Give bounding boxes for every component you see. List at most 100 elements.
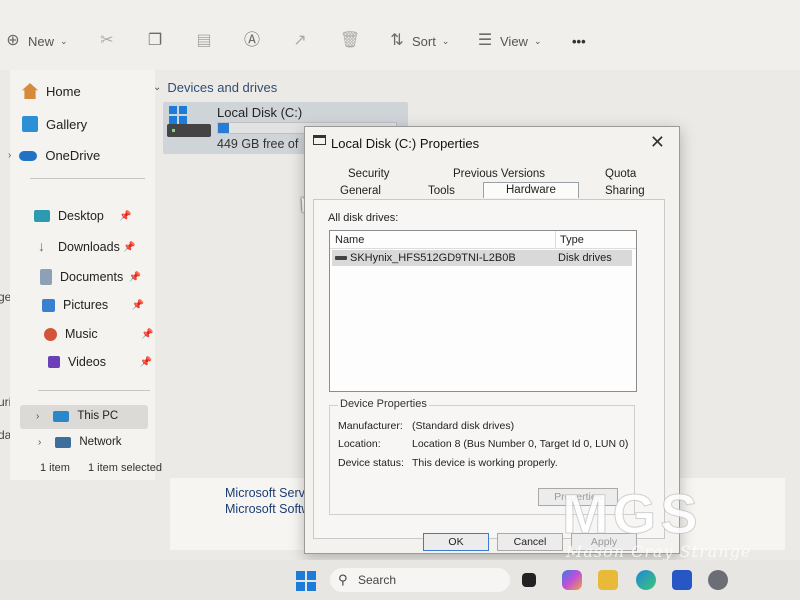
close-icon[interactable]: ✕ xyxy=(650,132,665,153)
group-title: Device Properties xyxy=(338,398,429,410)
tab-tools[interactable]: Tools xyxy=(428,185,455,197)
settings-gear-icon[interactable] xyxy=(708,570,728,590)
rename-button[interactable]: Ⓐ xyxy=(243,32,261,50)
cancel-button[interactable]: Cancel xyxy=(497,533,563,551)
share-button[interactable]: ↗ xyxy=(291,32,309,50)
sidebar-item-documents[interactable]: Documents 📌 xyxy=(40,269,141,285)
plus-circle-icon: ⊕ xyxy=(6,32,20,49)
search-label: Search xyxy=(358,573,397,587)
sidebar-item-home[interactable]: Home xyxy=(22,83,81,99)
delete-button[interactable]: 🗑 xyxy=(340,32,360,50)
taskbar-search[interactable]: ⚲ Search xyxy=(330,568,510,592)
pictures-icon xyxy=(42,298,55,312)
property-label: Location: xyxy=(338,438,381,450)
pin-icon: 📌 xyxy=(128,271,142,283)
music-icon xyxy=(44,327,57,341)
sidebar-item-onedrive[interactable]: › OneDrive xyxy=(8,148,100,163)
search-icon: ⚲ xyxy=(338,572,348,587)
tab-hardware[interactable]: Hardware xyxy=(483,182,579,198)
sidebar-item-videos[interactable]: Videos 📌 xyxy=(48,355,152,369)
sort-button-label: Sort xyxy=(412,33,436,49)
sidebar-divider xyxy=(38,390,150,391)
copy-icon: ❐ xyxy=(147,32,163,49)
windows-logo-icon xyxy=(169,106,187,124)
taskbar: ⚲ Search xyxy=(0,560,800,600)
list-item[interactable]: SKHynix_HFS512GD9TNI-L2B0B Disk drives xyxy=(332,250,632,266)
view-button[interactable]: ☰ View ⌄ xyxy=(476,32,542,50)
more-options-button[interactable]: ••• xyxy=(572,34,586,49)
cloud-icon xyxy=(19,150,38,161)
new-button[interactable]: ⊕ New ⌄ xyxy=(4,32,68,50)
sidebar-item-downloads[interactable]: ↓ Downloads 📌 xyxy=(38,238,136,255)
share-icon: ↗ xyxy=(293,32,307,49)
chevron-down-icon: ⌄ xyxy=(441,35,450,46)
watermark: MGS Mason Cray Strange xyxy=(561,485,752,561)
edge-browser-icon[interactable] xyxy=(636,570,656,590)
new-button-label: New xyxy=(28,33,55,49)
column-header-name[interactable]: Name xyxy=(335,234,364,246)
document-icon xyxy=(40,269,52,285)
video-icon xyxy=(48,356,60,368)
copilot-icon[interactable] xyxy=(562,570,582,590)
watermark-signature: Mason Cray Strange xyxy=(566,542,752,561)
file-explorer-icon[interactable] xyxy=(598,570,618,590)
task-view-icon[interactable] xyxy=(522,573,536,587)
pin-icon: 📌 xyxy=(123,241,136,253)
tab-security[interactable]: Security xyxy=(348,168,390,180)
sort-button[interactable]: ⇅ Sort ⌄ xyxy=(388,32,449,50)
tab-previous-versions[interactable]: Previous Versions xyxy=(453,168,545,180)
property-label: Device status: xyxy=(338,457,404,469)
disk-type: Disk drives xyxy=(558,252,612,264)
sidebar-item-this-pc[interactable]: › This PC xyxy=(36,410,118,422)
home-icon xyxy=(22,83,38,99)
property-value: (Standard disk drives) xyxy=(412,420,515,432)
pin-icon: 📌 xyxy=(141,328,154,340)
view-button-label: View xyxy=(500,33,528,49)
rename-icon: Ⓐ xyxy=(243,32,260,49)
desktop-screen: ⊕ New ⌄ ✂ ❐ ▤ Ⓐ ↗ 🗑 ⇅ Sort ⌄ ☰ View ⌄ ••… xyxy=(0,0,800,561)
background-window-text: Microsoft Softw xyxy=(225,502,310,516)
sidebar-item-label: This PC xyxy=(77,410,119,422)
sidebar-item-label: Downloads xyxy=(58,240,120,254)
chevron-right-icon: › xyxy=(8,150,12,161)
cut-button[interactable]: ✂ xyxy=(98,32,116,50)
tab-sharing[interactable]: Sharing xyxy=(605,185,645,197)
sidebar-item-label: Gallery xyxy=(46,116,88,132)
drive-usage-fill xyxy=(218,123,229,133)
drive-led xyxy=(172,129,175,132)
sidebar-item-music[interactable]: Music 📌 xyxy=(44,327,154,341)
paste-button[interactable]: ▤ xyxy=(195,32,213,50)
sidebar-divider xyxy=(30,178,145,179)
all-disk-drives-label: All disk drives: xyxy=(328,212,399,224)
store-icon[interactable] xyxy=(672,570,692,590)
background-window-text: Microsoft Servic xyxy=(225,486,310,500)
item-count: 1 item xyxy=(40,462,70,474)
property-label: Manufacturer: xyxy=(338,420,403,432)
sidebar-item-label: Videos xyxy=(68,355,106,369)
ok-button[interactable]: OK xyxy=(423,533,489,551)
chevron-down-icon: ⌄ xyxy=(60,35,68,46)
download-arrow-icon: ↓ xyxy=(38,238,45,254)
drive-name: Local Disk (C:) xyxy=(217,105,303,120)
tab-general[interactable]: General xyxy=(340,185,381,197)
sidebar-item-network[interactable]: › Network xyxy=(38,436,122,448)
gallery-icon xyxy=(22,116,38,132)
start-button[interactable] xyxy=(296,571,316,591)
selected-count: 1 item selected xyxy=(87,462,162,474)
clipboard-icon: ▤ xyxy=(196,32,212,49)
more-dots-icon: ••• xyxy=(572,34,586,49)
list-header: Name Type xyxy=(330,231,636,249)
disk-name: SKHynix_HFS512GD9TNI-L2B0B xyxy=(350,252,516,264)
sidebar-item-label: Documents xyxy=(60,270,124,284)
disk-drives-list[interactable]: Name Type SKHynix_HFS512GD9TNI-L2B0B Dis… xyxy=(329,230,637,392)
copy-button[interactable]: ❐ xyxy=(146,32,164,50)
tab-quota[interactable]: Quota xyxy=(605,168,636,180)
computer-icon xyxy=(53,410,70,422)
property-value: This device is working properly. xyxy=(412,457,558,469)
devices-section-header[interactable]: ⌄ Devices and drives xyxy=(153,80,277,95)
sidebar-item-desktop[interactable]: Desktop 📌 xyxy=(34,209,132,223)
column-header-type[interactable]: Type xyxy=(560,234,584,246)
sort-arrows-icon: ⇅ xyxy=(390,32,404,49)
sidebar-item-pictures[interactable]: Pictures 📌 xyxy=(42,298,144,312)
sidebar-item-gallery[interactable]: Gallery xyxy=(22,116,87,132)
